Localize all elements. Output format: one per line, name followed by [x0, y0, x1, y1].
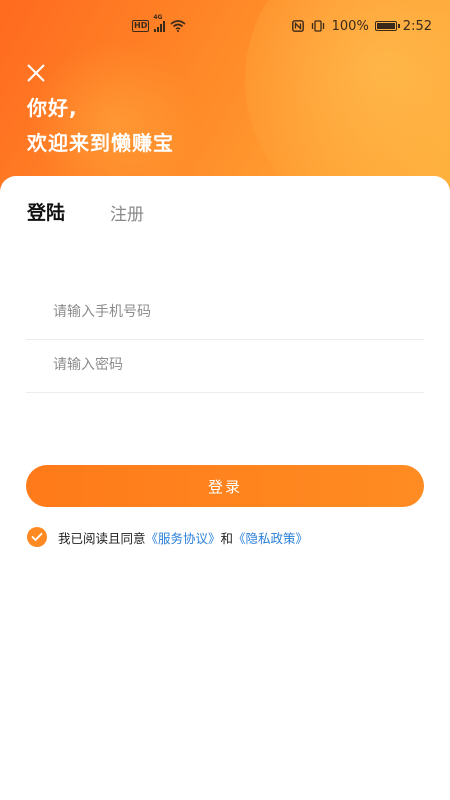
service-agreement-link[interactable]: 《服务协议》 [146, 528, 221, 547]
password-field [26, 340, 424, 393]
status-right: 100% 2:52 [291, 14, 432, 38]
battery-icon [374, 21, 400, 31]
battery-level [376, 23, 395, 29]
cellular-signal-icon: 4G [153, 14, 166, 32]
hd-badge: HD [132, 20, 150, 32]
login-card: 登陆 注册 登录 我已阅读且同意 《服务协议》 和 《隐私政策》 [0, 176, 450, 800]
status-left: HD 4G [132, 14, 186, 38]
battery-percent: 100% [331, 18, 369, 34]
check-icon [31, 532, 43, 541]
tab-login[interactable]: 登陆 [27, 198, 65, 225]
agreement-conjunction: 和 [220, 530, 234, 546]
phone-field [26, 287, 424, 340]
agreement-row: 我已阅读且同意 《服务协议》 和 《隐私政策》 [27, 527, 308, 547]
nfc-icon [291, 20, 304, 32]
agreement-prefix: 我已阅读且同意 [58, 530, 146, 546]
network-type: 4G [153, 14, 163, 21]
password-input[interactable] [26, 340, 413, 390]
privacy-policy-link[interactable]: 《隐私政策》 [233, 528, 308, 547]
wifi-icon [170, 20, 186, 32]
status-bar: HD 4G 100% 2:52 [0, 14, 450, 38]
greeting-welcome: 欢迎来到懒赚宝 [27, 131, 174, 155]
vibrate-icon [311, 20, 324, 32]
greeting-hello: 你好, [27, 96, 78, 120]
agreement-checkbox[interactable] [27, 527, 47, 547]
close-icon[interactable] [25, 62, 47, 84]
header-banner: HD 4G 100% 2:52 你好, 欢迎来到懒赚宝 [0, 0, 450, 200]
login-button[interactable]: 登录 [26, 465, 424, 507]
tab-register[interactable]: 注册 [110, 200, 144, 225]
clock: 2:52 [402, 18, 432, 34]
phone-input[interactable] [26, 287, 413, 337]
